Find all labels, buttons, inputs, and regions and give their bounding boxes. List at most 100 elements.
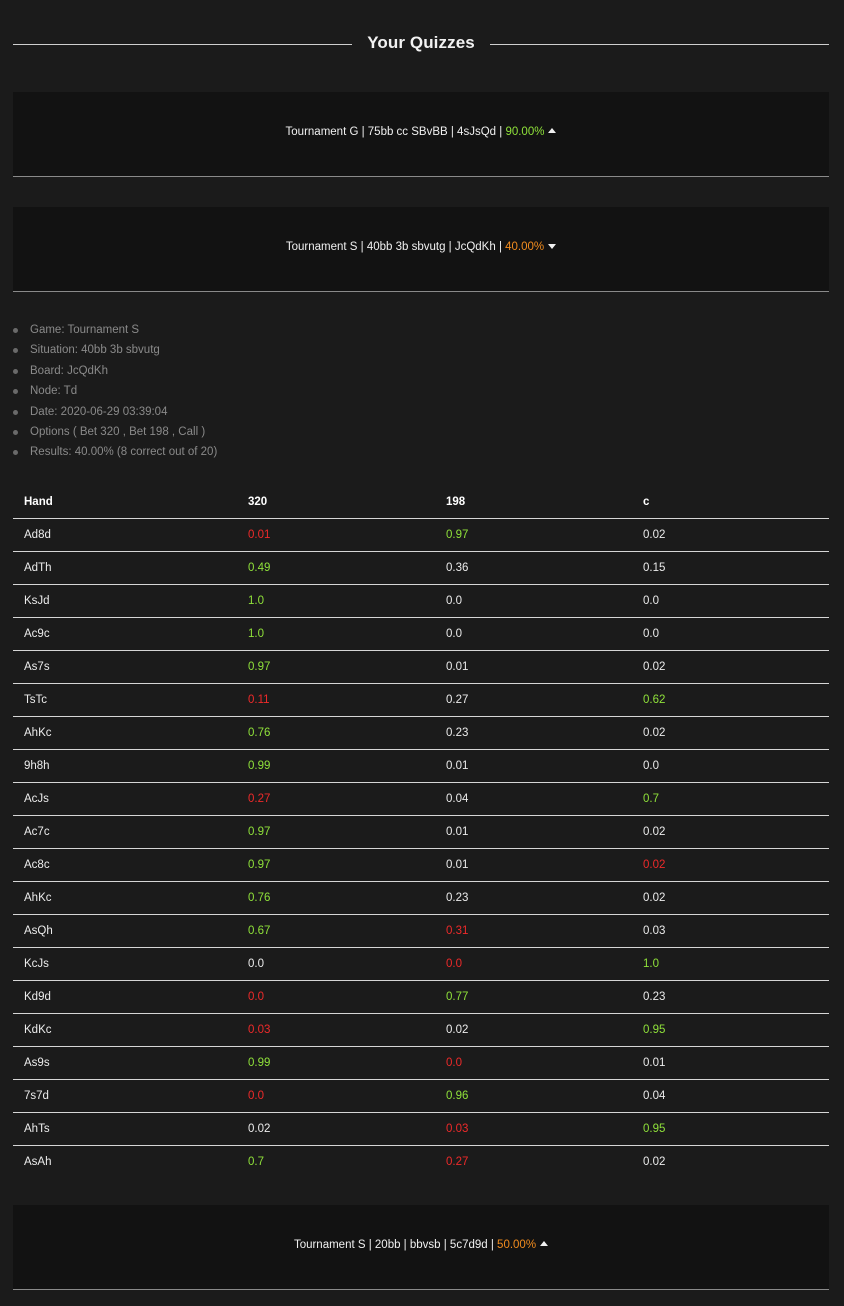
bet-320-cell: 0.99 xyxy=(237,1046,435,1080)
call-cell: 1.0 xyxy=(632,947,829,981)
bet-198-cell: 0.03 xyxy=(435,1112,632,1146)
detail-node: Node: Td xyxy=(13,383,829,403)
call-cell: 0.02 xyxy=(632,716,829,750)
call-cell: 0.04 xyxy=(632,1079,829,1113)
quiz-summary: Tournament G | 75bb cc SBvBB | 4sJsQd | … xyxy=(13,126,829,138)
call-cell: 0.01 xyxy=(632,1046,829,1080)
hand-cell: Kd9d xyxy=(13,980,237,1014)
quiz-summary: Tournament S | 20bb | bbvsb | 5c7d9d | 5… xyxy=(13,1239,829,1251)
call-cell: 0.0 xyxy=(632,617,829,651)
hand-cell: AsAh xyxy=(24,1156,52,1168)
table-row: KsJd 1.0 0.0 0.0 xyxy=(13,584,829,618)
hand-cell: AsQh xyxy=(13,914,237,948)
bet-198-cell: 0.23 xyxy=(435,881,632,915)
column-header-hand: Hand xyxy=(13,486,237,519)
header-divider-left xyxy=(13,44,352,45)
bullet-icon xyxy=(13,368,18,374)
table-row: AdTh 0.49 0.36 0.15 xyxy=(13,551,829,585)
bet-320-cell: 0.27 xyxy=(237,782,435,816)
bet-198-cell: 0.0 xyxy=(435,1046,632,1080)
bet-198-cell: 0.0 xyxy=(435,947,632,981)
hand-cell: 7s7d xyxy=(13,1079,237,1113)
caret-down-icon[interactable] xyxy=(548,244,557,250)
quiz-card[interactable]: Tournament G | 75bb cc SBvBB | 4sJsQd | … xyxy=(13,92,829,177)
bet-198-cell: 0.27 xyxy=(446,1156,469,1168)
call-cell: 0.02 xyxy=(632,848,829,882)
caret-up-icon[interactable] xyxy=(548,128,557,134)
call-cell: 0.95 xyxy=(632,1013,829,1047)
quiz-card[interactable]: Tournament S | 20bb | bbvsb | 5c7d9d | 5… xyxy=(13,1205,829,1290)
hand-cell: Ac9c xyxy=(13,617,237,651)
bet-198-cell: 0.31 xyxy=(435,914,632,948)
table-row: AhTs 0.02 0.03 0.95 xyxy=(13,1112,829,1146)
bet-198-cell: 0.77 xyxy=(435,980,632,1014)
column-header-call: c xyxy=(632,486,829,519)
hand-cell: AhKc xyxy=(13,881,237,915)
bet-320-cell: 0.67 xyxy=(237,914,435,948)
call-cell: 0.7 xyxy=(632,782,829,816)
call-cell: 0.62 xyxy=(632,683,829,717)
table-row: AcJs 0.27 0.04 0.7 xyxy=(13,782,829,816)
bet-320-cell: 0.7 xyxy=(248,1156,264,1168)
quiz-summary-text: Tournament G | 75bb cc SBvBB | 4sJsQd | xyxy=(285,126,506,138)
call-cell: 0.02 xyxy=(632,650,829,684)
caret-up-icon[interactable] xyxy=(540,1241,549,1247)
bullet-icon xyxy=(13,328,18,333)
bet-198-cell: 0.27 xyxy=(435,683,632,717)
table-row: AhKc 0.76 0.23 0.02 xyxy=(13,881,829,915)
bet-320-cell: 0.76 xyxy=(237,881,435,915)
call-cell: 0.03 xyxy=(632,914,829,948)
bet-198-cell: 0.01 xyxy=(435,650,632,684)
call-cell: 0.02 xyxy=(632,881,829,915)
hand-cell: KcJs xyxy=(13,947,237,981)
table-row: Ac8c 0.97 0.01 0.02 xyxy=(13,848,829,882)
hand-cell: Ac7c xyxy=(13,815,237,849)
bet-320-cell: 0.03 xyxy=(237,1013,435,1047)
hand-cell: AhTs xyxy=(13,1112,237,1146)
table-row: TsTc 0.11 0.27 0.62 xyxy=(13,683,829,717)
call-cell: 0.0 xyxy=(632,584,829,618)
detail-date: Date: 2020-06-29 03:39:04 xyxy=(13,404,829,424)
table-row: Kd9d 0.0 0.77 0.23 xyxy=(13,980,829,1014)
bet-198-cell: 0.01 xyxy=(435,749,632,783)
table-row: Ac7c 0.97 0.01 0.02 xyxy=(13,815,829,849)
bullet-icon xyxy=(13,409,18,415)
table-row: Ad8d 0.01 0.97 0.02 xyxy=(13,518,829,552)
quiz-summary-text: Tournament S | 40bb 3b sbvutg | JcQdKh | xyxy=(285,241,506,253)
quiz-card-expanded[interactable]: Tournament S | 40bb 3b sbvutg | JcQdKh |… xyxy=(13,207,829,292)
hand-cell: 9h8h xyxy=(13,749,237,783)
table-header-row: Hand 320 198 c xyxy=(13,486,829,519)
bet-198-cell: 0.01 xyxy=(435,815,632,849)
call-cell: 0.23 xyxy=(632,980,829,1014)
bet-320-cell: 0.76 xyxy=(237,716,435,750)
quiz-score: 50.00% xyxy=(497,1239,537,1251)
results-table: Hand 320 198 c Ad8d 0.01 0.97 0.02 AdTh 0.49 0… xyxy=(13,486,829,1178)
hand-cell: KdKc xyxy=(13,1013,237,1047)
call-cell: 0.15 xyxy=(632,551,829,585)
table-row: AsQh 0.67 0.31 0.03 xyxy=(13,914,829,948)
bet-320-cell: 0.0 xyxy=(237,980,435,1014)
bet-198-cell: 0.36 xyxy=(435,551,632,585)
bullet-icon xyxy=(13,348,18,354)
column-header-bet-198: 198 xyxy=(435,486,632,519)
bet-198-cell: 0.23 xyxy=(435,716,632,750)
bet-320-cell: 0.0 xyxy=(237,947,435,981)
bet-198-cell: 0.02 xyxy=(435,1013,632,1047)
table-body: Ad8d 0.01 0.97 0.02 AdTh 0.49 0.36 0.15 KsJd 1.0 0… xyxy=(13,518,829,1179)
detail-game: Game: Tournament S xyxy=(13,322,829,342)
hand-cell: Ad8d xyxy=(13,518,237,552)
bet-320-cell: 1.0 xyxy=(237,584,435,618)
table-row: KcJs 0.0 0.0 1.0 xyxy=(13,947,829,981)
bullet-icon xyxy=(13,389,18,395)
bet-320-cell: 0.01 xyxy=(237,518,435,552)
bet-198-cell: 0.96 xyxy=(435,1079,632,1113)
quiz-score: 40.00% xyxy=(505,241,545,253)
table-row: As7s 0.97 0.01 0.02 xyxy=(13,650,829,684)
table-row: AhKc 0.76 0.23 0.02 xyxy=(13,716,829,750)
bet-198-cell: 0.01 xyxy=(435,848,632,882)
table-row: As9s 0.99 0.0 0.01 xyxy=(13,1046,829,1080)
page-header: Your Quizzes xyxy=(13,33,829,55)
header-divider-right xyxy=(490,44,829,45)
page-title: Your Quizzes xyxy=(367,33,475,52)
bet-320-cell: 0.97 xyxy=(237,848,435,882)
